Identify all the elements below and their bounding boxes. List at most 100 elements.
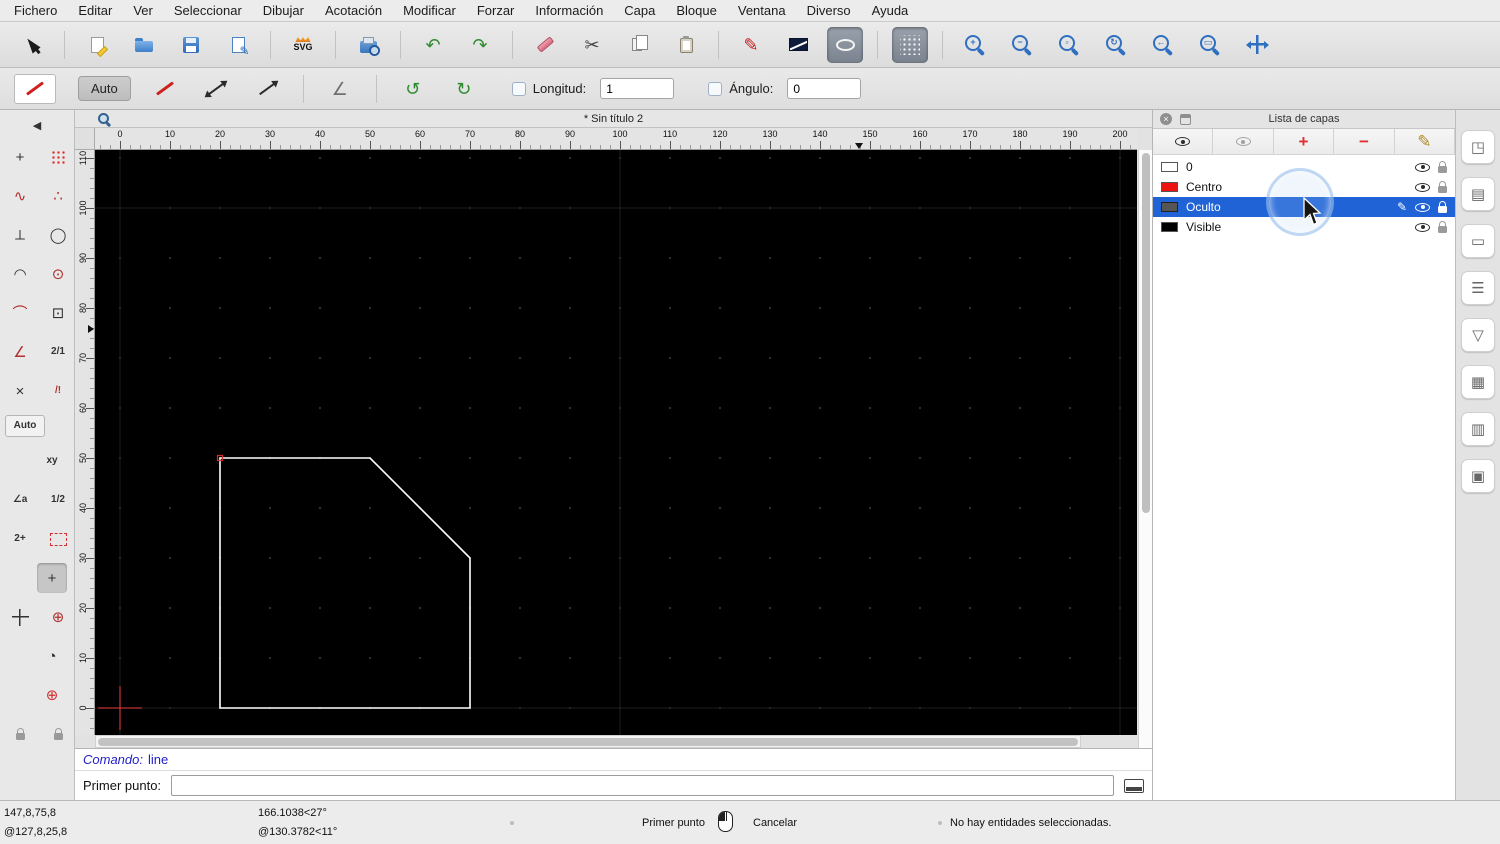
lock-relative-zero-button[interactable]: ⊕ bbox=[37, 680, 67, 710]
draw-line-button[interactable] bbox=[147, 71, 183, 107]
set-relative-zero-button[interactable]: + bbox=[37, 563, 67, 593]
snap-tangent-button[interactable]: ◠ bbox=[5, 259, 35, 289]
paste-button[interactable] bbox=[668, 27, 704, 63]
selection-pointer-button[interactable] bbox=[14, 27, 50, 63]
zoom-redraw-button[interactable]: ↻ bbox=[1098, 27, 1134, 63]
snap-exclusive-button[interactable]: /! bbox=[43, 376, 73, 406]
command-options-button[interactable] bbox=[1124, 778, 1144, 793]
select-window-button[interactable] bbox=[43, 524, 73, 554]
snap-intersection-button[interactable]: ⊡ bbox=[43, 298, 73, 328]
snap-ratio-2-1-button[interactable]: 2/1 bbox=[43, 337, 73, 367]
grid-toggle-button[interactable] bbox=[892, 26, 928, 63]
zoom-auto-button[interactable]: ▫ bbox=[1051, 27, 1087, 63]
layer-lock-icon[interactable] bbox=[1438, 181, 1447, 193]
menu-fichero[interactable]: Fichero bbox=[14, 3, 57, 18]
layer-lock-icon[interactable] bbox=[1438, 201, 1447, 213]
dock-selection-filter-button[interactable]: ▽ bbox=[1461, 318, 1495, 352]
menu-editar[interactable]: Editar bbox=[78, 3, 112, 18]
draw-polyline-button[interactable]: ∠ bbox=[322, 71, 358, 107]
restrict-nothing-button[interactable]: × bbox=[5, 376, 35, 406]
snap-auto-button[interactable]: Auto bbox=[5, 415, 45, 437]
menu-ver[interactable]: Ver bbox=[133, 3, 153, 18]
menu-modificar[interactable]: Modificar bbox=[403, 3, 456, 18]
dock-block-list-button[interactable]: ▦ bbox=[1461, 365, 1495, 399]
zoom-window-button[interactable]: ▭ bbox=[1192, 27, 1228, 63]
dock-block-visibility-button[interactable]: ◳ bbox=[1461, 130, 1495, 164]
delete-selected-button[interactable] bbox=[527, 27, 563, 63]
menu-forzar[interactable]: Forzar bbox=[477, 3, 515, 18]
menu-capa[interactable]: Capa bbox=[624, 3, 655, 18]
palette-back-button[interactable]: ◀ bbox=[5, 115, 69, 135]
hide-all-layers-button[interactable] bbox=[1213, 129, 1274, 154]
copy-button[interactable] bbox=[621, 27, 657, 63]
command-input[interactable] bbox=[171, 775, 1114, 796]
restrict-angle-button[interactable]: ∠ bbox=[5, 337, 35, 367]
length-input[interactable] bbox=[600, 78, 675, 99]
menu-informacion[interactable]: Información bbox=[535, 3, 603, 18]
angle-protractor-button[interactable]: ◔ bbox=[37, 641, 67, 671]
snap-grid-button[interactable] bbox=[43, 142, 73, 172]
dock-library-browser-button[interactable]: ▤ bbox=[1461, 177, 1495, 211]
dock-page-setup-button[interactable]: ▭ bbox=[1461, 224, 1495, 258]
current-tool-button[interactable] bbox=[14, 73, 56, 104]
zoom-out-button[interactable]: − bbox=[1004, 27, 1040, 63]
cut-button[interactable]: ✂ bbox=[574, 27, 610, 63]
length-checkbox[interactable] bbox=[511, 81, 526, 96]
menu-seleccionar[interactable]: Seleccionar bbox=[174, 3, 242, 18]
add-layer-button[interactable]: + bbox=[1274, 129, 1335, 154]
h-scrollbar[interactable] bbox=[95, 735, 1081, 748]
zoom-in-button[interactable]: + bbox=[957, 27, 993, 63]
save-file-button[interactable] bbox=[173, 27, 209, 63]
dock-clipboard-button[interactable]: ▣ bbox=[1461, 459, 1495, 493]
draw-ellipse-button[interactable] bbox=[827, 26, 863, 63]
ratio-2-plus-button[interactable]: 2+ bbox=[5, 524, 35, 554]
export-svg-button[interactable]: SVG bbox=[285, 27, 321, 63]
snap-lock-button[interactable] bbox=[5, 719, 35, 749]
redo-segment-button[interactable]: ↻ bbox=[446, 71, 482, 107]
dock-entity-list-button[interactable]: ☰ bbox=[1461, 271, 1495, 305]
drawing-canvas[interactable] bbox=[95, 150, 1137, 735]
show-all-layers-button[interactable] bbox=[1153, 129, 1214, 154]
draw-line-2-points-button[interactable] bbox=[198, 71, 234, 107]
snap-middle-button[interactable] bbox=[5, 602, 35, 632]
coords-polar-button[interactable]: ∠a bbox=[5, 485, 35, 515]
auto-mode-button[interactable]: Auto bbox=[78, 76, 131, 101]
modify-layer-button[interactable]: ✎ bbox=[1395, 129, 1456, 154]
v-scrollbar-thumb[interactable] bbox=[1142, 153, 1150, 513]
v-scrollbar[interactable] bbox=[1138, 150, 1152, 748]
angle-input[interactable] bbox=[787, 78, 862, 99]
entity-attributes-button[interactable] bbox=[780, 27, 816, 63]
open-file-button[interactable] bbox=[126, 27, 162, 63]
close-panel-icon[interactable]: × bbox=[1160, 113, 1172, 125]
coords-cartesian-button[interactable]: xy bbox=[37, 446, 67, 476]
pen-attributes-button[interactable]: ✎ bbox=[733, 27, 769, 63]
snap-free-button[interactable]: + bbox=[5, 142, 35, 172]
undo-segment-button[interactable]: ↺ bbox=[395, 71, 431, 107]
menu-ayuda[interactable]: Ayuda bbox=[872, 3, 909, 18]
snap-center-button[interactable]: ◯ bbox=[43, 220, 73, 250]
layer-visibility-icon[interactable] bbox=[1415, 202, 1430, 212]
snap-on-entity-button[interactable]: ∴ bbox=[43, 181, 73, 211]
edit-drawing-button[interactable] bbox=[220, 27, 256, 63]
draw-line-arrow-button[interactable] bbox=[249, 71, 285, 107]
snap-endpoint-button[interactable]: ∿ bbox=[5, 181, 35, 211]
h-scrollbar-thumb[interactable] bbox=[98, 738, 1078, 746]
layer-lock-button[interactable] bbox=[43, 719, 73, 749]
angle-checkbox[interactable] bbox=[708, 81, 723, 96]
menu-ventana[interactable]: Ventana bbox=[738, 3, 786, 18]
layer-lock-icon[interactable] bbox=[1438, 221, 1447, 233]
layer-visibility-icon[interactable] bbox=[1415, 162, 1430, 172]
undo-button[interactable]: ↶ bbox=[415, 27, 451, 63]
menu-bloque[interactable]: Bloque bbox=[676, 3, 716, 18]
layer-lock-icon[interactable] bbox=[1438, 161, 1447, 173]
menu-dibujar[interactable]: Dibujar bbox=[263, 3, 304, 18]
layer-edit-icon[interactable]: ✎ bbox=[1397, 200, 1407, 214]
detach-panel-icon[interactable] bbox=[1180, 113, 1191, 125]
snap-circle-center-button[interactable]: ⊙ bbox=[43, 259, 73, 289]
snap-distance-button[interactable]: ⌒ bbox=[5, 298, 35, 328]
layer-visibility-icon[interactable] bbox=[1415, 182, 1430, 192]
relative-zero-marker-button[interactable]: ⊕ bbox=[43, 602, 73, 632]
dock-command-history-button[interactable]: ▥ bbox=[1461, 412, 1495, 446]
remove-layer-button[interactable]: − bbox=[1334, 129, 1395, 154]
menu-diverso[interactable]: Diverso bbox=[807, 3, 851, 18]
